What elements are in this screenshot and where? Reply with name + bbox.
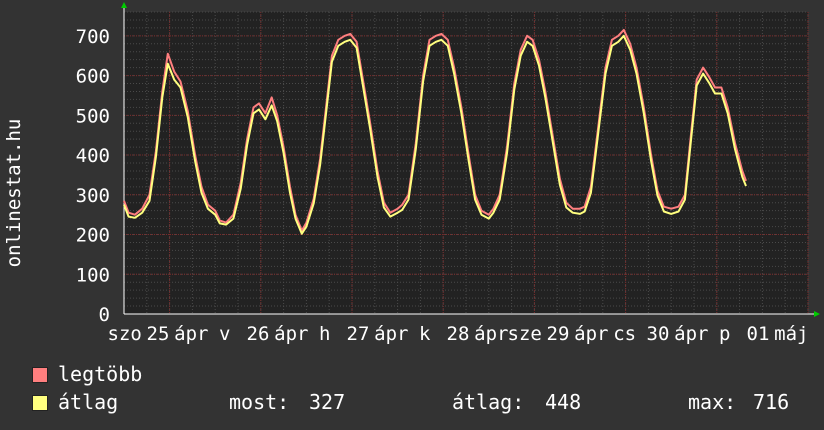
x-tick-label: ápr [574,323,608,345]
y-axis-arrow [121,2,127,8]
x-tick-label: cs [613,323,636,345]
y-tick-label: 600 [76,66,110,88]
legend-label-legtobb: legtöbb [58,362,143,386]
chart-root: 0 100 200 300 400 500 600 700 szo 25 ápr v 26 ápr h 27… [0,0,824,430]
stat-max-label: max: [688,390,737,414]
stat-atlag-label: átlag: [452,390,525,414]
y-axis-label: onlinestat.hu [3,119,25,268]
x-tick-label: 29 [547,323,570,345]
x-tick-label: szo [108,323,142,345]
x-axis-arrow [814,311,820,317]
x-tick-label: ápr [374,323,408,345]
x-tick-label: h [319,323,330,345]
y-tick-label: 300 [76,185,110,207]
stat-most-value: 327 [309,390,346,414]
y-tick-label: 700 [76,26,110,48]
x-tick-label: 25 [147,323,170,345]
y-tick-label: 100 [76,264,110,286]
x-tick-label: 30 [647,323,670,345]
legend-swatch-atlag [32,395,48,411]
y-tick-label: 200 [76,225,110,247]
legend-swatch-legtobb [32,367,48,383]
x-tick-label: ápr [174,323,208,345]
y-tick-label: 400 [76,145,110,167]
x-tick-label: v [219,323,230,345]
x-tick-label: 01 [747,323,770,345]
x-tick-label: k [419,323,431,345]
x-tick-label: ápr [274,323,308,345]
x-tick-label: ápr [474,323,508,345]
stat-atlag-value: 448 [545,390,582,414]
stat-most-label: most: [229,390,290,414]
x-tick-label: p [719,323,730,345]
x-tick-label: sze [508,323,542,345]
stat-max-value: 716 [753,390,790,414]
x-tick-label: 28 [447,323,470,345]
legend-label-atlag: átlag [58,390,119,414]
x-tick-label: 27 [347,323,370,345]
x-tick-label: máj [774,323,808,345]
x-tick-labels: szo 25 ápr v 26 ápr h 27 ápr k 28 ápr sze 29 ápr cs 30 áp… [108,323,809,345]
y-tick-labels: 0100200300400500600700 [76,26,110,326]
y-tick-label: 500 [76,105,110,127]
x-tick-label: ápr [674,323,708,345]
x-tick-label: 26 [247,323,270,345]
